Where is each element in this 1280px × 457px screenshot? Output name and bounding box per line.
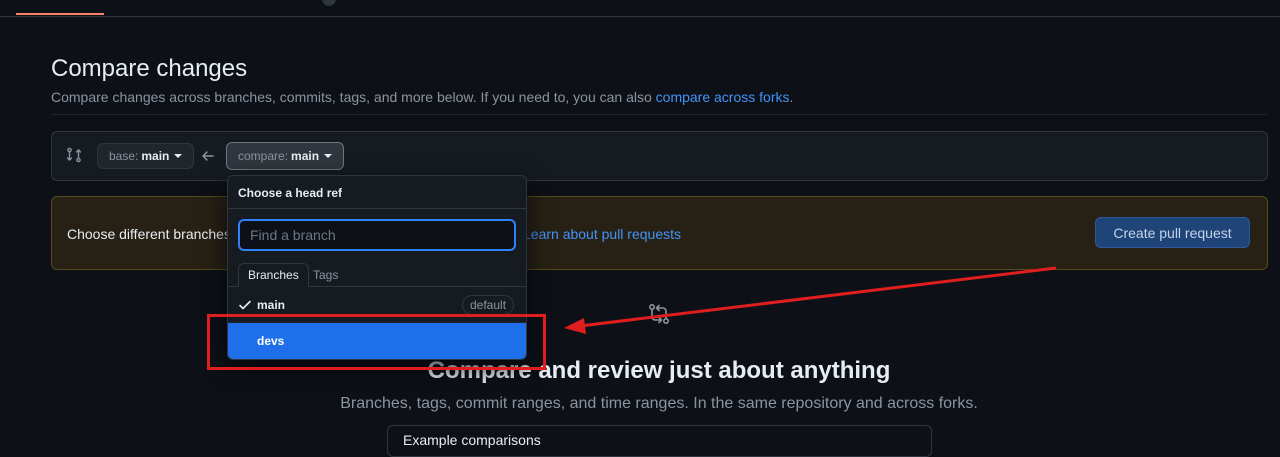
hero-title: Compare and review just about anything [427, 357, 891, 384]
compare-across-forks-link[interactable]: compare across forks [656, 89, 790, 105]
arrow-left-icon [202, 151, 214, 161]
base-branch-button[interactable]: base: main [97, 143, 195, 169]
check-icon [239, 300, 251, 310]
active-tab-indicator [16, 13, 104, 15]
tab-tags[interactable]: Tags [304, 263, 347, 287]
annotation-highlight-box [207, 314, 546, 370]
hero-subtitle: Branches, tags, commit ranges, and time … [340, 395, 978, 412]
base-value: main [141, 149, 170, 163]
subtitle-period: . [789, 89, 794, 105]
subtitle-text: Compare changes across branches, commits… [51, 89, 656, 105]
create-pull-request-button[interactable]: Create pull request [1095, 217, 1250, 248]
page-title: Compare changes [51, 55, 248, 82]
git-compare-icon [66, 147, 82, 163]
compare-value: main [291, 149, 320, 163]
compare-label: compare: [238, 149, 289, 163]
top-nav [0, 0, 1280, 17]
caret-down-icon [174, 154, 183, 158]
compare-branch-button[interactable]: compare: main [226, 142, 345, 170]
divider [51, 114, 1267, 115]
learn-pull-requests-link[interactable]: Learn about pull requests [523, 226, 681, 242]
dropdown-title: Choose a head ref [238, 186, 343, 200]
flash-text: Choose different branches [67, 226, 231, 242]
base-label: base: [109, 149, 139, 163]
caret-down-icon [324, 154, 333, 158]
branch-search-input[interactable] [238, 219, 516, 251]
example-comparisons-label: Example comparisons [403, 432, 541, 448]
default-badge: default [462, 295, 515, 315]
tab-branches[interactable]: Branches [238, 263, 309, 287]
page-subtitle: Compare changes across branches, commits… [51, 89, 793, 105]
branch-label: main [257, 297, 286, 312]
git-compare-icon [648, 303, 669, 324]
